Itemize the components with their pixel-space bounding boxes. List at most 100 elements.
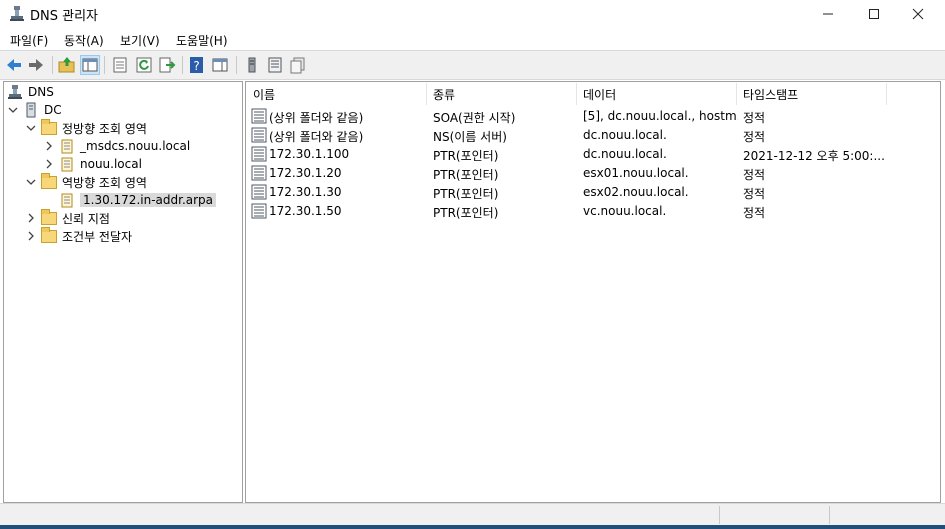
chevron-down-icon[interactable]	[7, 104, 19, 116]
tree-item-forward-zones[interactable]: 정방향 조회 영역	[25, 118, 147, 137]
cell-timestamp: 정적	[743, 111, 766, 125]
cell-data: dc.nouu.local.	[583, 147, 667, 161]
tree-item-msdcs-zone[interactable]: _msdcs.nouu.local	[43, 137, 190, 155]
table-row[interactable]: 172.30.1.20 PTR(포인터) esx01.nouu.local. 정…	[249, 164, 939, 183]
status-segment	[719, 506, 830, 524]
folder-icon	[41, 226, 57, 243]
chevron-down-icon[interactable]	[25, 122, 37, 134]
menu-action[interactable]: 동작(A)	[64, 32, 104, 49]
table-row[interactable]: 172.30.1.30 PTR(포인터) esx02.nouu.local. 정…	[249, 183, 939, 202]
cell-name: 172.30.1.100	[269, 147, 350, 161]
tree-label-trust-points: 신뢰 지점	[62, 211, 110, 226]
dns-app-icon	[10, 6, 24, 21]
window-bottom-edge	[0, 525, 945, 529]
export-list-icon[interactable]	[158, 56, 176, 74]
action-pane-icon[interactable]	[211, 56, 229, 74]
tree-label-forward-zones: 정방향 조회 영역	[62, 121, 147, 136]
close-button[interactable]	[895, 0, 941, 28]
tree-label-nouu-local: nouu.local	[80, 157, 142, 171]
refresh-icon[interactable]	[135, 56, 153, 74]
cell-timestamp: 정적	[743, 130, 766, 144]
maximize-icon	[869, 9, 879, 19]
svg-text:?: ?	[193, 59, 199, 73]
folder-icon	[41, 172, 57, 189]
help-icon[interactable]: ?	[188, 56, 206, 74]
cell-name: (상위 폴더와 같음)	[269, 130, 364, 144]
tree-label-msdcs: _msdcs.nouu.local	[80, 139, 191, 153]
tree-item-server-dc[interactable]: DC	[7, 101, 62, 119]
minimize-icon	[823, 13, 833, 15]
cell-type: SOA(권한 시작)	[433, 111, 516, 125]
cell-type: PTR(포인터)	[433, 168, 499, 182]
up-folder-icon[interactable]	[58, 56, 76, 74]
record-icon	[251, 108, 267, 124]
column-header-name[interactable]: 이름	[247, 83, 427, 105]
table-row[interactable]: (상위 폴더와 같음) SOA(권한 시작) [5], dc.nouu.loca…	[249, 107, 939, 126]
tree-item-nouu-local[interactable]: nouu.local	[43, 155, 142, 173]
server-icon	[26, 102, 36, 118]
table-row[interactable]: 172.30.1.50 PTR(포인터) vc.nouu.local. 정적	[249, 202, 939, 221]
chevron-right-icon[interactable]	[25, 230, 37, 242]
cell-name: 172.30.1.50	[269, 204, 342, 218]
toolbar-separator	[182, 56, 183, 74]
cell-name: 172.30.1.20	[269, 166, 342, 180]
column-header-type[interactable]: 종류	[427, 83, 577, 105]
tree-label-conditional-forwarders: 조건부 전달자	[62, 229, 133, 244]
toolbar-separator	[104, 56, 105, 74]
tree-item-trust-points[interactable]: 신뢰 지점	[25, 208, 110, 227]
cell-type: NS(이름 서버)	[433, 130, 507, 144]
record-icon	[251, 184, 267, 200]
table-row[interactable]: 172.30.1.100 PTR(포인터) dc.nouu.local. 202…	[249, 145, 939, 164]
cell-data: esx02.nouu.local.	[583, 185, 689, 199]
menu-view[interactable]: 보기(V)	[120, 32, 160, 49]
maximize-button[interactable]	[851, 0, 897, 28]
menu-help[interactable]: 도움말(H)	[176, 32, 228, 49]
zone-icon	[61, 157, 73, 172]
show-hide-tree-icon[interactable]	[80, 55, 100, 75]
folder-icon	[41, 208, 57, 225]
tree-item-dns-root[interactable]: DNS	[7, 83, 54, 101]
chevron-right-icon[interactable]	[43, 158, 55, 170]
cell-name: (상위 폴더와 같음)	[269, 111, 364, 125]
column-label-type: 종류	[433, 87, 456, 102]
chevron-down-icon[interactable]	[25, 176, 37, 188]
tree-item-reverse-zone-selected[interactable]: 1.30.172.in-addr.arpa	[59, 191, 217, 209]
column-header-data[interactable]: 데이터	[577, 83, 737, 105]
forward-icon[interactable]	[27, 56, 45, 74]
toolbar-separator	[52, 56, 53, 74]
close-icon	[912, 8, 924, 20]
folder-icon	[41, 118, 57, 135]
cell-data: esx01.nouu.local.	[583, 166, 689, 180]
status-bar	[0, 503, 945, 526]
record-icon[interactable]	[289, 56, 307, 74]
tree-item-conditional-forwarders[interactable]: 조건부 전달자	[25, 226, 133, 245]
zone-list-icon[interactable]	[266, 56, 284, 74]
zone-icon	[61, 193, 73, 208]
toolbar-separator	[236, 56, 237, 74]
window-title: DNS 관리자	[30, 9, 98, 24]
tree-label-reverse-zone: 1.30.172.in-addr.arpa	[80, 193, 217, 207]
cell-type: PTR(포인터)	[433, 206, 499, 220]
record-icon	[251, 203, 267, 219]
cell-data: dc.nouu.local.	[583, 128, 667, 142]
properties-icon[interactable]	[111, 56, 129, 74]
tree-item-reverse-zones[interactable]: 역방향 조회 영역	[25, 172, 147, 191]
cell-timestamp: 정적	[743, 206, 766, 220]
chevron-right-icon[interactable]	[25, 212, 37, 224]
back-icon[interactable]	[5, 56, 23, 74]
record-icon	[251, 127, 267, 143]
server-icon[interactable]	[243, 56, 261, 74]
menu-file[interactable]: 파일(F)	[10, 32, 48, 49]
tree-label-dc: DC	[44, 103, 62, 117]
table-row[interactable]: (상위 폴더와 같음) NS(이름 서버) dc.nouu.local. 정적	[249, 126, 939, 145]
chevron-right-icon[interactable]	[43, 140, 55, 152]
column-header-timestamp[interactable]: 타임스탬프	[737, 83, 887, 105]
record-icon	[251, 146, 267, 162]
cell-timestamp: 2021-12-12 오후 5:00:...	[743, 149, 885, 163]
cell-type: PTR(포인터)	[433, 187, 499, 201]
title-bar: DNS 관리자	[0, 0, 945, 28]
console-tree: DNS DC 정방향 조회 영역 _msdcs.nouu.local nouu.…	[3, 81, 243, 503]
cell-name: 172.30.1.30	[269, 185, 342, 199]
minimize-button[interactable]	[805, 0, 851, 28]
menu-bar: 파일(F) 동작(A) 보기(V) 도움말(H)	[0, 28, 945, 50]
